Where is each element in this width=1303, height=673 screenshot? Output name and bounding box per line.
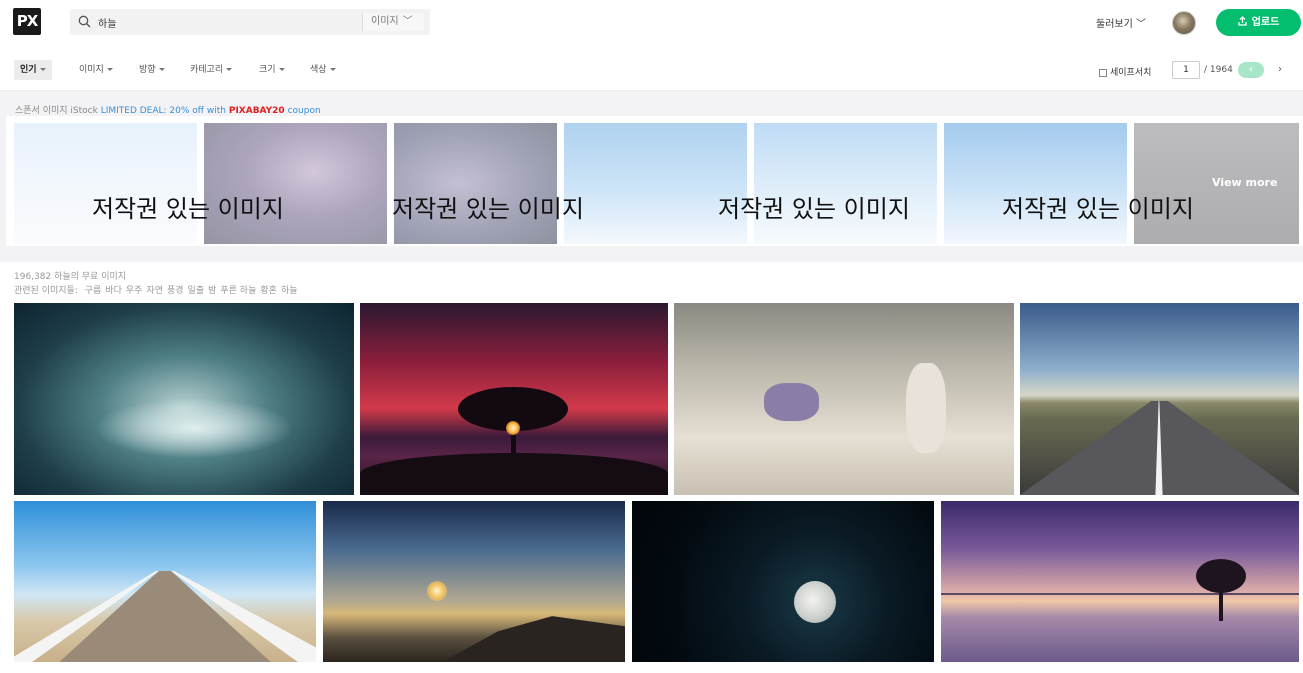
filter-label: 카테고리 bbox=[190, 65, 224, 75]
related-label: 관련된 이미지들: bbox=[14, 286, 78, 296]
result-image[interactable] bbox=[941, 501, 1299, 662]
sponsored-image[interactable] bbox=[564, 123, 747, 244]
filter-bar: 인기 이미지 방향 카테고리 크기 색상 세이프서치 1 / 1964 ‹ › bbox=[0, 45, 1303, 91]
watermark-text: 저작권 있는 이미지 bbox=[92, 195, 284, 223]
image-mountain bbox=[443, 616, 625, 662]
result-image[interactable] bbox=[323, 501, 625, 662]
image-woman bbox=[906, 363, 946, 453]
image-hill bbox=[360, 453, 668, 495]
results-count: 196,382 하늘의 무료 이미지 bbox=[14, 272, 127, 282]
result-image[interactable] bbox=[360, 303, 668, 495]
sponsored-image[interactable] bbox=[14, 123, 197, 244]
sponsored-image[interactable] bbox=[394, 123, 557, 244]
upload-icon bbox=[1238, 16, 1247, 26]
image-cloud bbox=[94, 398, 294, 458]
sponsored-image[interactable] bbox=[204, 123, 387, 244]
search-type-label: 이미지 bbox=[371, 16, 399, 27]
pixabay-logo[interactable]: PX bbox=[13, 8, 41, 35]
search-bar: 이미지﹀ bbox=[70, 9, 430, 35]
safesearch-toggle[interactable]: 세이프서치 bbox=[1099, 65, 1151, 78]
related-tag[interactable]: 바다 bbox=[105, 286, 122, 296]
image-horizon bbox=[941, 593, 1299, 595]
image-pier bbox=[59, 571, 271, 662]
explore-menu[interactable]: 둘러보기 ﹀ bbox=[1096, 15, 1146, 30]
related-tag[interactable]: 구름 bbox=[85, 286, 102, 296]
related-tags: 관련된 이미지들: 구름 바다 우주 자연 풍경 일출 밤 푸른 하늘 황혼 하늘 bbox=[14, 284, 302, 298]
view-more-link[interactable]: View more bbox=[1212, 176, 1277, 189]
filter-label: 이미지 bbox=[79, 65, 104, 75]
result-image[interactable] bbox=[14, 501, 316, 662]
chevron-down-icon: ﹀ bbox=[402, 16, 413, 27]
filter-label: 크기 bbox=[259, 65, 276, 75]
next-page-button[interactable]: › bbox=[1278, 64, 1282, 75]
sponsor-source: 스폰서 이미지 iStock bbox=[15, 106, 98, 116]
safesearch-checkbox[interactable] bbox=[1099, 68, 1107, 77]
avatar[interactable] bbox=[1172, 11, 1196, 35]
image-moon bbox=[794, 581, 836, 623]
caret-down-icon bbox=[106, 68, 113, 71]
deal-text: LIMITED DEAL: 20% off with bbox=[100, 106, 226, 116]
sponsor-label: 스폰서 이미지 iStock LIMITED DEAL: 20% off wit… bbox=[15, 103, 321, 116]
watermark-text: 저작권 있는 이미지 bbox=[718, 195, 910, 223]
sponsored-section: 스폰서 이미지 iStock LIMITED DEAL: 20% off wit… bbox=[0, 91, 1303, 262]
related-tag[interactable]: 하늘 bbox=[281, 286, 298, 296]
related-tag[interactable]: 황혼 bbox=[260, 286, 277, 296]
coupon-code: PIXABAY20 bbox=[228, 106, 285, 116]
explore-label: 둘러보기 bbox=[1096, 19, 1133, 30]
header: PX 이미지﹀ 둘러보기 ﹀ 업로드 bbox=[0, 0, 1303, 45]
image-castle bbox=[764, 383, 819, 421]
caret-down-icon bbox=[39, 68, 46, 71]
related-tag[interactable]: 일출 bbox=[188, 286, 205, 296]
sponsored-image[interactable] bbox=[754, 123, 937, 244]
prev-page-button[interactable]: ‹ bbox=[1238, 62, 1264, 78]
results-info: 196,382 하늘의 무료 이미지 관련된 이미지들: 구름 바다 우주 자연 풍경 일… bbox=[14, 270, 302, 298]
result-image[interactable] bbox=[632, 501, 934, 662]
caret-down-icon bbox=[158, 68, 165, 71]
sort-dropdown[interactable]: 인기 bbox=[14, 60, 52, 80]
upload-button[interactable]: 업로드 bbox=[1216, 9, 1301, 36]
watermark-text: 저작권 있는 이미지 bbox=[392, 195, 584, 223]
related-tag[interactable]: 우주 bbox=[126, 286, 143, 296]
caret-down-icon bbox=[226, 68, 233, 71]
search-type-dropdown[interactable]: 이미지 ﹀ bbox=[362, 13, 424, 31]
filter-orientation[interactable]: 방향 bbox=[139, 60, 165, 80]
page-input[interactable]: 1 bbox=[1172, 61, 1200, 79]
filter-category[interactable]: 카테고리 bbox=[190, 60, 233, 80]
result-image[interactable] bbox=[14, 303, 354, 495]
related-tag[interactable]: 밤 bbox=[208, 286, 216, 296]
image-sun bbox=[506, 421, 520, 435]
filter-label: 색상 bbox=[310, 65, 327, 75]
caret-down-icon bbox=[278, 68, 285, 71]
page-total: / 1964 bbox=[1204, 65, 1233, 75]
sponsored-tiles: 저작권 있는 이미지 저작권 있는 이미지 저작권 있는 이미지 저작권 있는 … bbox=[6, 116, 1303, 246]
chevron-down-icon: ﹀ bbox=[1136, 19, 1146, 30]
sponsored-image[interactable] bbox=[944, 123, 1127, 244]
watermark-text: 저작권 있는 이미지 bbox=[1002, 195, 1194, 223]
safesearch-label: 세이프서치 bbox=[1110, 68, 1152, 78]
filter-color[interactable]: 색상 bbox=[310, 60, 336, 80]
caret-down-icon bbox=[329, 68, 336, 71]
filter-label: 방향 bbox=[139, 65, 156, 75]
deal-suffix: coupon bbox=[287, 106, 321, 116]
image-trunk bbox=[1219, 587, 1223, 621]
search-icon[interactable] bbox=[78, 15, 91, 28]
related-tag[interactable]: 푸른 하늘 bbox=[220, 286, 256, 296]
sort-label: 인기 bbox=[20, 65, 37, 75]
related-tag[interactable]: 자연 bbox=[146, 286, 163, 296]
result-image[interactable] bbox=[674, 303, 1014, 495]
filter-image-type[interactable]: 이미지 bbox=[79, 60, 113, 80]
upload-label: 업로드 bbox=[1251, 17, 1280, 28]
related-tag[interactable]: 풍경 bbox=[167, 286, 184, 296]
deal-link[interactable]: LIMITED DEAL: 20% off with PIXABAY20 cou… bbox=[101, 106, 321, 116]
image-sun bbox=[427, 581, 447, 601]
result-image[interactable] bbox=[1020, 303, 1299, 495]
filter-size[interactable]: 크기 bbox=[259, 60, 285, 80]
